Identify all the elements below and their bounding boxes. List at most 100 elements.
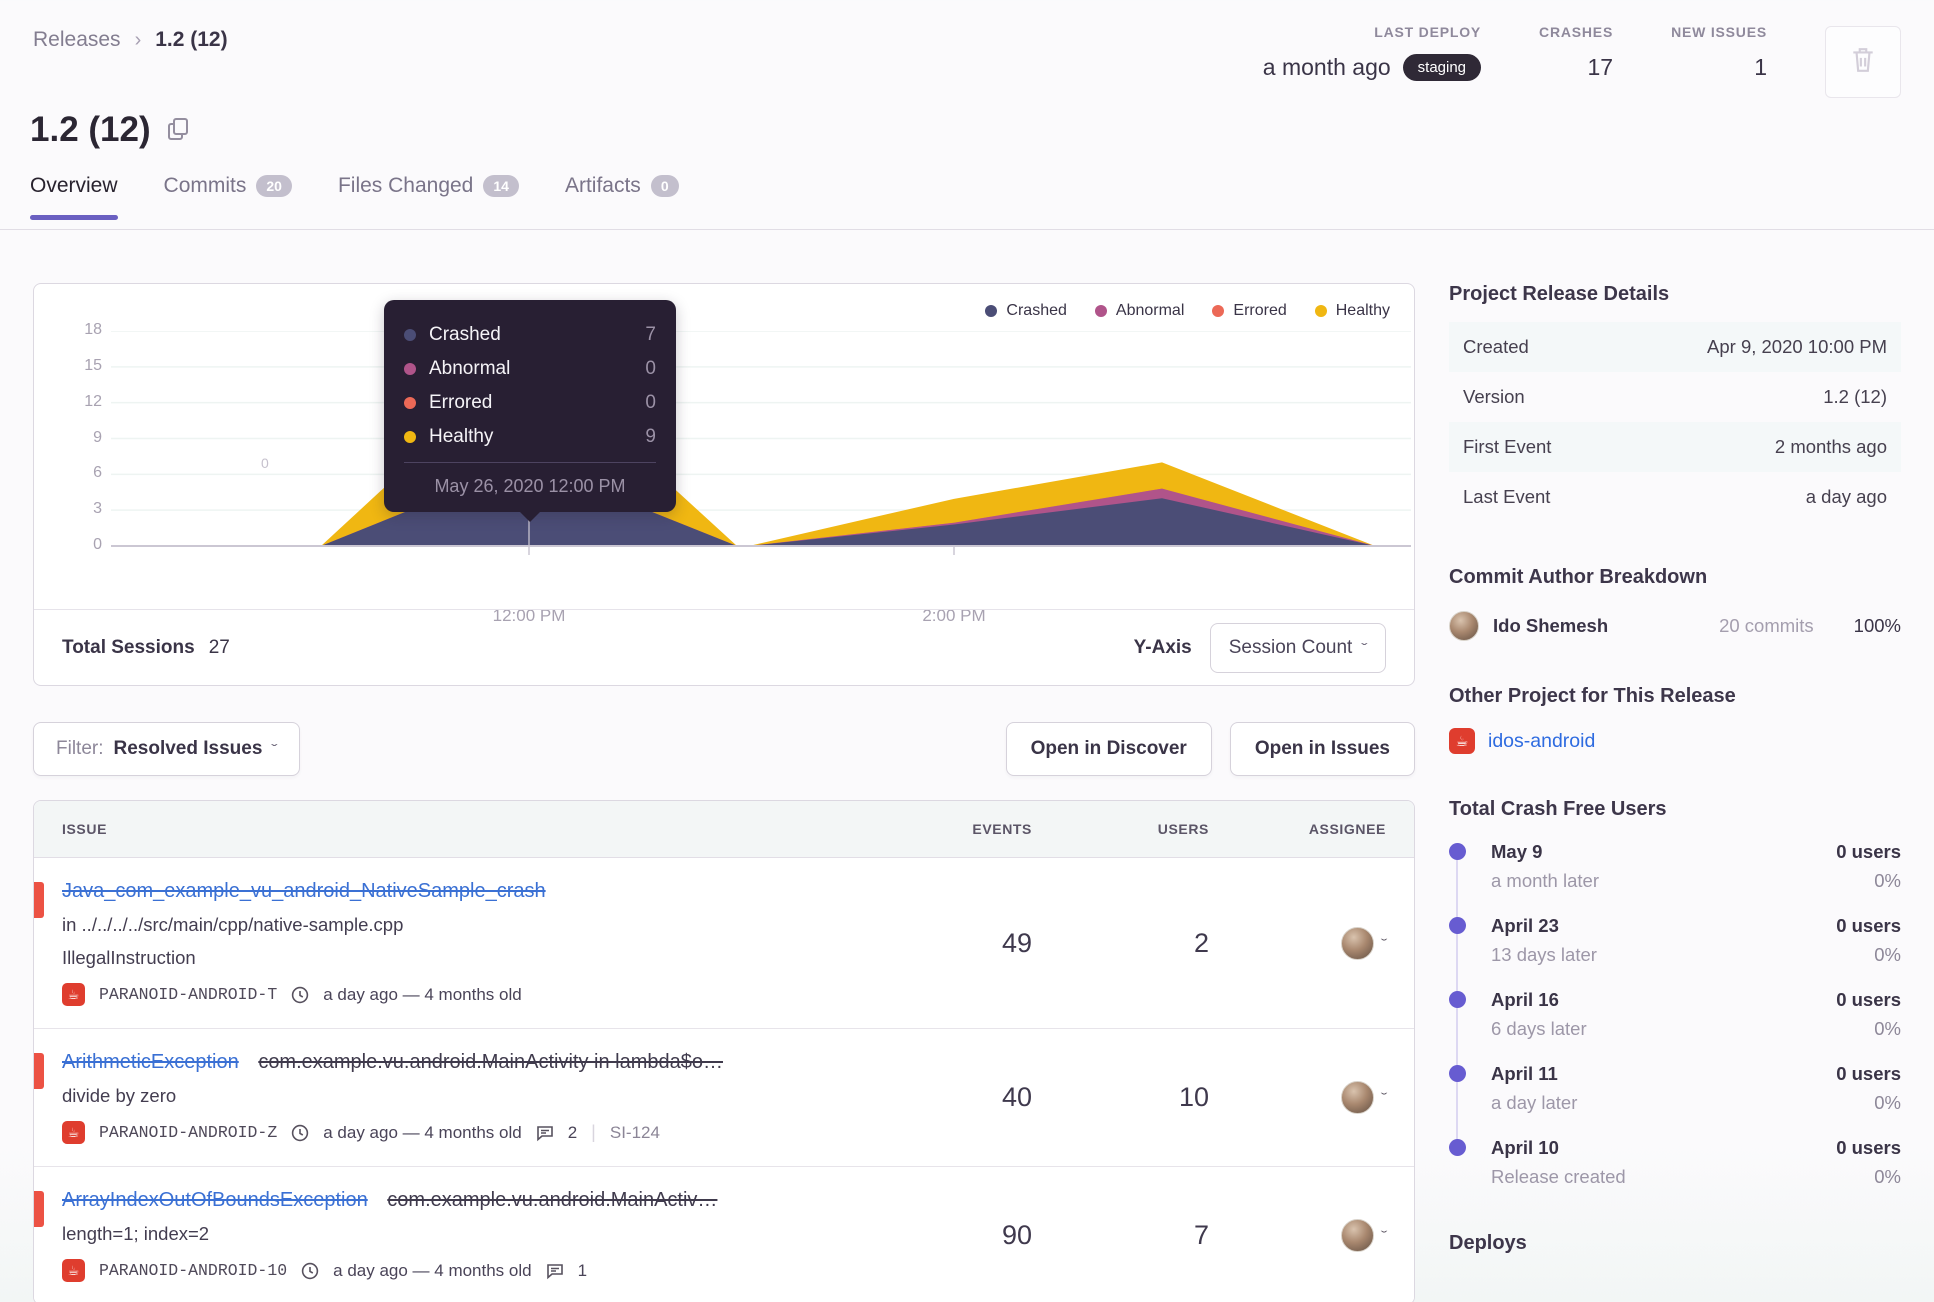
crash-free-users-section: Total Crash Free Users May 90 users a mo… [1449, 798, 1901, 1188]
chevron-down-icon: ˇ [1361, 639, 1368, 656]
open-in-discover-button[interactable]: Open in Discover [1005, 722, 1212, 776]
deploys-heading: Deploys [1449, 1232, 1527, 1254]
chevron-down-icon: ˇ [1380, 935, 1388, 951]
y-tick-label: 6 [93, 464, 102, 482]
sessions-chart-card: Crashed Abnormal Errored Healthy 0 3 6 9 12 1… [33, 283, 1415, 686]
comment-icon [546, 1262, 564, 1280]
chart-y-axis-labels: 0 3 6 9 12 15 18 [52, 321, 102, 553]
column-issue: ISSUE [62, 821, 108, 837]
header-stats: LAST DEPLOY a month ago staging CRASHES … [1263, 24, 1901, 98]
stat-new-issues-value: 1 [1754, 54, 1767, 80]
timeline-dot-icon [1449, 917, 1466, 934]
stat-crashes: CRASHES 17 [1539, 24, 1613, 81]
detail-row-first-event: First Event 2 months ago [1449, 422, 1901, 472]
section-heading: Other Project for This Release [1449, 685, 1736, 707]
issue-title-link[interactable]: ArithmeticException [62, 1051, 239, 1073]
page-title: 1.2 (12) [30, 110, 189, 150]
healthy-dot-icon [1314, 305, 1327, 317]
abnormal-dot-icon [1094, 305, 1107, 317]
author-avatar [1449, 611, 1479, 641]
author-row: Ido Shemesh 20 commits 100% [1449, 611, 1901, 641]
delete-release-button[interactable] [1825, 26, 1901, 98]
stat-new-issues: NEW ISSUES 1 [1671, 24, 1767, 81]
commit-author-breakdown-section: Commit Author Breakdown Ido Shemesh 20 c… [1449, 566, 1901, 641]
y-axis-select[interactable]: Session Count ˇ [1209, 622, 1386, 673]
issues-filter-bar: Filter: Resolved Issues ˇ Open in Discov… [33, 722, 1415, 776]
legend-healthy[interactable]: Healthy [1314, 302, 1390, 320]
issue-message: length=1; index=2 [62, 1223, 210, 1244]
other-project-section: Other Project for This Release ☕ idos-an… [1449, 685, 1901, 754]
timeline-entry: April 10 0 users Release created 0% [1449, 1137, 1901, 1188]
y-axis-label: Y-Axis [1133, 636, 1192, 658]
tab-files-changed[interactable]: Files Changed 14 [338, 174, 519, 220]
issue-row: ArithmeticException com.example.vu.andro… [34, 1028, 1414, 1166]
stat-new-issues-label: NEW ISSUES [1671, 24, 1767, 40]
project-platform-icon: ☕ [62, 1259, 85, 1282]
timeline-entry: May 90 users a month later 0% [1449, 841, 1901, 892]
issue-age: a day ago — 4 months old [333, 1260, 532, 1280]
crashed-dot-icon [985, 305, 998, 317]
copy-icon[interactable] [167, 110, 189, 150]
timeline-entry: April 11 0 users a day later 0% [1449, 1063, 1901, 1114]
assignee-dropdown[interactable]: ˇ [1209, 1081, 1387, 1114]
breadcrumb-separator-icon: › [134, 28, 142, 51]
clock-icon [301, 1262, 319, 1280]
project-platform-icon: ☕ [1449, 728, 1475, 754]
issue-title-link[interactable]: ArrayIndexOutOfBoundsException [62, 1189, 368, 1211]
open-in-issues-button[interactable]: Open in Issues [1229, 722, 1415, 776]
tab-overview[interactable]: Overview [30, 174, 118, 220]
issue-message: IllegalInstruction [62, 947, 196, 968]
column-events: EVENTS [972, 821, 1032, 837]
chart-footer: Total Sessions 27 Y-Axis Session Count ˇ [34, 609, 1414, 685]
column-users: USERS [1157, 821, 1209, 837]
legend-crashed[interactable]: Crashed [985, 302, 1067, 320]
timeline-dot-icon [1449, 1139, 1466, 1156]
other-project-row: ☕ idos-android [1449, 728, 1901, 754]
trash-icon [1850, 46, 1876, 79]
legend-errored[interactable]: Errored [1212, 302, 1287, 320]
issue-message: divide by zero [62, 1085, 177, 1106]
total-sessions-value: 27 [208, 636, 230, 658]
y-tick-label: 3 [93, 500, 102, 518]
tooltip-row-errored: Errored 0 [404, 386, 656, 420]
stat-last-deploy: LAST DEPLOY a month ago staging [1263, 24, 1482, 81]
timeline-entry: April 16 0 users 6 days later 0% [1449, 989, 1901, 1040]
y-tick-label: 18 [84, 321, 102, 338]
users-count: 10 [1178, 1082, 1209, 1112]
tooltip-date: May 26, 2020 12:00 PM [404, 462, 656, 512]
release-tabs: Overview Commits 20 Files Changed 14 Art… [30, 174, 679, 220]
column-assignee: ASSIGNEE [1308, 821, 1386, 837]
artifacts-count-badge: 0 [650, 175, 679, 197]
stat-last-deploy-label: LAST DEPLOY [1374, 24, 1482, 40]
clock-icon [291, 986, 309, 1004]
issue-short-id: SI-124 [609, 1122, 660, 1142]
stat-crashes-label: CRASHES [1539, 24, 1614, 40]
breadcrumb-releases-link[interactable]: Releases [33, 28, 121, 52]
author-name: Ido Shemesh [1493, 615, 1609, 636]
legend-abnormal[interactable]: Abnormal [1094, 302, 1184, 320]
project-name: PARANOID-ANDROID-10 [99, 1261, 288, 1280]
assignee-dropdown[interactable]: ˇ [1209, 926, 1388, 960]
tab-artifacts[interactable]: Artifacts 0 [565, 174, 679, 220]
tooltip-row-crashed: Crashed 7 [404, 318, 656, 352]
issue-title-link[interactable]: Java_com_example_vu_android_NativeSample… [62, 880, 546, 902]
breadcrumb-current: 1.2 (12) [155, 28, 228, 51]
other-project-link[interactable]: idos-android [1488, 730, 1595, 753]
events-count: 40 [1001, 1082, 1032, 1112]
crash-free-timeline: May 90 users a month later 0% April 23 0 u… [1449, 841, 1901, 1188]
assignee-dropdown[interactable]: ˇ [1209, 1219, 1387, 1252]
assignee-avatar [1340, 1081, 1374, 1114]
timeline-dot-icon [1449, 1065, 1466, 1082]
issues-filter-dropdown[interactable]: Filter: Resolved Issues ˇ [33, 722, 301, 776]
unresolved-level-marker [34, 1053, 44, 1089]
abnormal-dot-icon [404, 363, 416, 375]
chart-zero-data-label: 0 [261, 455, 269, 471]
section-heading: Total Crash Free Users [1449, 798, 1667, 820]
sessions-area-chart: 0 [111, 330, 1411, 557]
errored-dot-icon [1212, 305, 1225, 317]
unresolved-level-marker [34, 1191, 44, 1227]
comment-count: 1 [577, 1260, 588, 1280]
project-name: PARANOID-ANDROID-Z [99, 1123, 278, 1142]
files-changed-count-badge: 14 [483, 175, 519, 197]
tab-commits[interactable]: Commits 20 [164, 174, 292, 220]
